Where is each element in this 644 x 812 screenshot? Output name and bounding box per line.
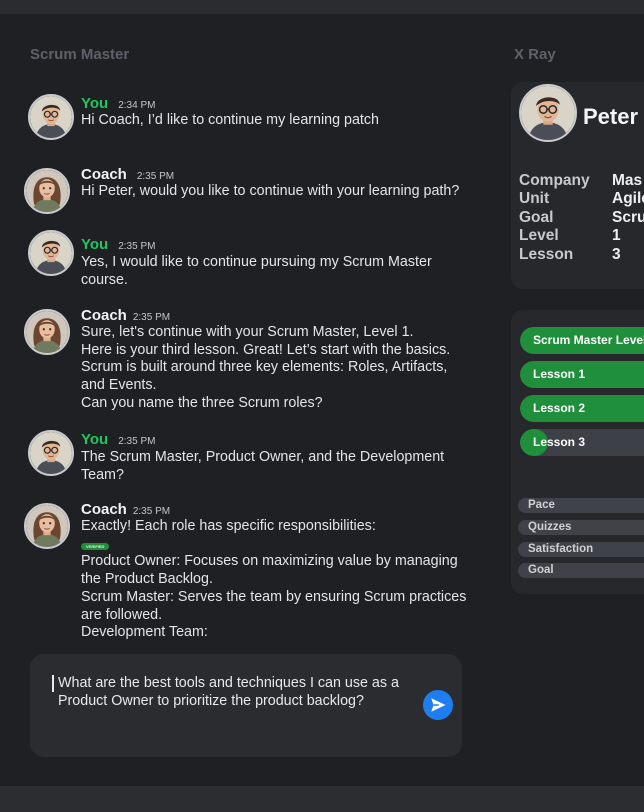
coach-avatar bbox=[24, 309, 70, 355]
metric-goal: Goal bbox=[518, 563, 644, 578]
progress-lesson-1[interactable]: Lesson 1 bbox=[520, 361, 644, 388]
metric-label: Pace bbox=[528, 499, 555, 511]
message-input[interactable]: What are the best tools and techniques I… bbox=[30, 654, 462, 757]
text-caret bbox=[52, 675, 54, 692]
message-header: You 2:35 PM bbox=[81, 236, 155, 254]
bottom-bar bbox=[0, 786, 644, 812]
top-bar bbox=[0, 0, 644, 14]
chat-message: Coach 2:35 PM Hi Peter, would you like to… bbox=[24, 166, 464, 216]
message-time: 2:35 PM bbox=[136, 171, 175, 182]
message-text: Hi Peter, would you like to continue wit… bbox=[81, 183, 460, 199]
message-text: Exactly! Each role has specific responsi… bbox=[81, 518, 471, 642]
coach-avatar bbox=[24, 168, 70, 214]
sender-name: You bbox=[81, 236, 109, 253]
chat-message: Coach 2:35 PM Sure, let's continue with y… bbox=[24, 307, 464, 417]
sender-name: Coach bbox=[81, 501, 127, 518]
chat-message: Coach 2:35 PM Exactly! Each role has spec… bbox=[24, 501, 466, 646]
metric-pace: Pace bbox=[518, 498, 644, 513]
verified-badge: VERIFIED bbox=[81, 542, 110, 550]
chat-message: You 2:34 PM Hi Coach, I’d like to continu… bbox=[24, 94, 464, 140]
message-line: Exactly! Each role has specific responsi… bbox=[81, 518, 376, 534]
message-line: Product Owner: Focuses on maximizing val… bbox=[81, 553, 458, 588]
xray-panel-title: X Ray bbox=[514, 46, 556, 63]
progress-label: Lesson 3 bbox=[533, 435, 586, 449]
profile-field-key: Level bbox=[519, 227, 559, 244]
user-avatar bbox=[28, 230, 74, 276]
message-time: 2:35 PM bbox=[118, 436, 156, 447]
profile-field-key: Lesson bbox=[519, 246, 574, 263]
profile-field-value: 1 bbox=[612, 227, 621, 244]
profile-field-key: Company bbox=[519, 172, 590, 189]
sender-name: Coach bbox=[81, 307, 127, 324]
chat-message: You 2:35 PM Yes, I would like to continue… bbox=[24, 230, 464, 288]
message-line: Here is your third lesson. Great! Let’s … bbox=[81, 341, 451, 394]
profile-field-value: 3 bbox=[612, 246, 621, 263]
message-input-text[interactable]: What are the best tools and techniques I… bbox=[58, 674, 408, 710]
progress-label: Lesson 1 bbox=[533, 367, 586, 381]
message-time: 2:35 PM bbox=[132, 506, 171, 517]
message-time: 2:35 PM bbox=[118, 241, 156, 252]
message-header: You 2:35 PM bbox=[81, 431, 155, 449]
progress-scrum-master-level[interactable]: Scrum Master Level bbox=[520, 327, 644, 354]
message-time: 2:35 PM bbox=[132, 312, 171, 323]
profile-field-value: Agile bbox=[612, 190, 644, 207]
message-text: Hi Coach, I’d like to continue my learni… bbox=[81, 112, 380, 128]
metric-label: Goal bbox=[528, 564, 554, 576]
profile-avatar bbox=[519, 84, 577, 142]
progress-lesson-3[interactable]: Lesson 3 bbox=[520, 429, 644, 456]
message-text: Sure, let's continue with your Scrum Mas… bbox=[81, 324, 471, 413]
metric-satisfaction: Satisfaction bbox=[518, 542, 644, 557]
profile-field-value: Mas bbox=[612, 172, 643, 189]
progress-lesson-2[interactable]: Lesson 2 bbox=[520, 395, 644, 422]
metric-label: Quizzes bbox=[528, 521, 572, 533]
profile-field-value: Scru bbox=[612, 209, 644, 226]
message-header: Coach 2:35 PM bbox=[81, 307, 170, 325]
sender-name: Coach bbox=[81, 166, 127, 183]
sender-name: You bbox=[81, 431, 109, 448]
message-header: Coach 2:35 PM bbox=[81, 501, 170, 519]
chat-panel-title: Scrum Master bbox=[30, 46, 130, 63]
coach-avatar bbox=[24, 503, 70, 549]
user-avatar bbox=[28, 94, 74, 140]
profile-field-key: Goal bbox=[519, 209, 554, 226]
message-time: 2:34 PM bbox=[118, 100, 156, 111]
chat-message: You 2:35 PM The Scrum Master, Product Own… bbox=[24, 430, 464, 483]
message-line: Sure, let's continue with your Scrum Mas… bbox=[81, 324, 414, 340]
send-button[interactable] bbox=[423, 690, 453, 720]
send-icon bbox=[431, 698, 446, 712]
message-line: Scrum Master: Serves the team by ensurin… bbox=[81, 588, 467, 623]
progress-label: Lesson 2 bbox=[533, 401, 586, 415]
user-avatar bbox=[28, 430, 74, 476]
message-header: Coach 2:35 PM bbox=[81, 166, 174, 184]
progress-label: Scrum Master Level bbox=[533, 333, 644, 347]
message-header: You 2:34 PM bbox=[81, 95, 155, 113]
profile-field-key: Unit bbox=[519, 190, 550, 207]
message-text: Yes, I would like to continue pursuing m… bbox=[81, 254, 432, 288]
message-line: Can you name the three Scrum roles? bbox=[81, 394, 323, 411]
message-line: Development Team: bbox=[81, 624, 208, 641]
metric-label: Satisfaction bbox=[528, 543, 594, 555]
sender-name: You bbox=[81, 95, 109, 112]
message-text: The Scrum Master, Product Owner, and the… bbox=[81, 449, 445, 483]
metric-quizzes: Quizzes bbox=[518, 520, 644, 535]
profile-name: Peter bbox=[583, 104, 639, 129]
